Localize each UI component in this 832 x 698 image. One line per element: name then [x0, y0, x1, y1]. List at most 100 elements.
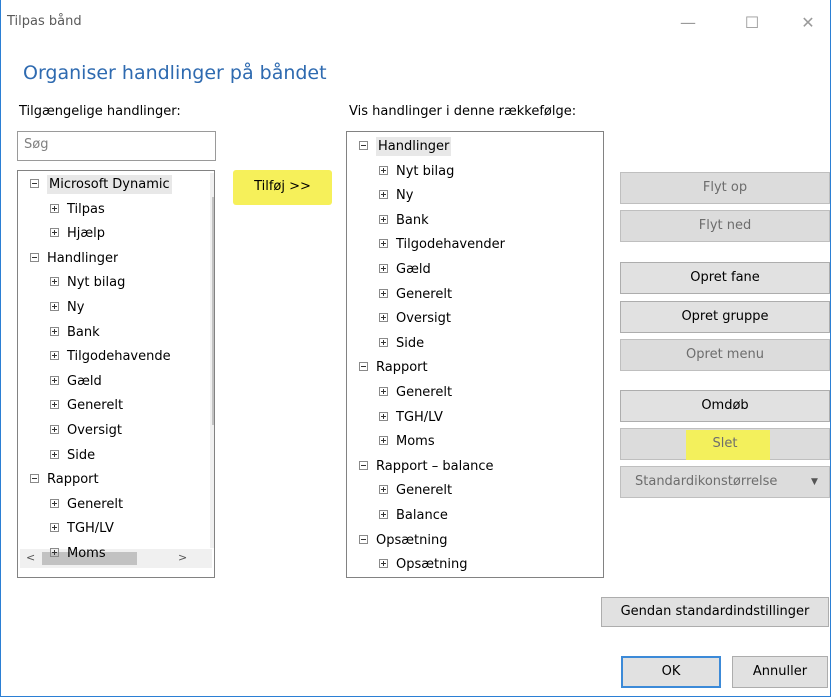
tree-item[interactable]: Generelt — [50, 493, 123, 517]
add-button[interactable]: Tilføj >> — [242, 176, 323, 200]
tree-item[interactable]: Oversigt — [379, 307, 451, 331]
scroll-thumb[interactable] — [212, 197, 214, 425]
expand-icon[interactable] — [50, 302, 59, 311]
expand-icon[interactable] — [50, 326, 59, 336]
tree-item[interactable]: Bank — [379, 209, 429, 233]
expand-icon[interactable] — [379, 214, 388, 224]
icon-size-select[interactable]: Standardikonstørrelse ▼ — [620, 466, 830, 498]
expand-icon[interactable] — [379, 239, 388, 249]
expand-icon[interactable] — [50, 523, 59, 533]
expand-icon[interactable] — [379, 190, 388, 200]
create-group-button[interactable]: Opret gruppe — [620, 301, 830, 333]
tree-item[interactable]: Tilpas — [50, 198, 105, 222]
cancel-button[interactable]: Annuller — [732, 656, 828, 688]
dialog-window: Tilpas bånd — ☐ ✕ Organiser handlinger p… — [0, 0, 831, 697]
collapse-icon[interactable] — [359, 534, 368, 544]
expand-icon[interactable] — [50, 375, 59, 385]
ok-button[interactable]: OK — [621, 656, 721, 688]
collapse-icon[interactable] — [359, 362, 368, 372]
tree-item[interactable]: Generelt — [379, 381, 452, 405]
expand-icon[interactable] — [379, 165, 388, 175]
expand-icon[interactable] — [50, 498, 59, 508]
tree-item[interactable]: Ny — [379, 184, 413, 208]
create-tab-button[interactable]: Opret fane — [620, 262, 830, 294]
tree-item-label: Nyt bilag — [396, 163, 455, 179]
tree-item-label: Moms — [67, 546, 106, 561]
tree-item[interactable]: Opsætning — [359, 529, 447, 553]
tree-item[interactable]: Hjælp — [50, 222, 105, 246]
expand-icon[interactable] — [50, 425, 59, 434]
tree-item[interactable]: Oversigt — [50, 419, 122, 443]
tree-item[interactable]: Nyt bilag — [50, 271, 125, 295]
minimize-icon[interactable]: — — [665, 10, 711, 36]
move-down-button[interactable]: Flyt ned — [620, 210, 830, 242]
expand-icon[interactable] — [379, 411, 388, 421]
expand-icon[interactable] — [379, 485, 388, 495]
tree-item[interactable]: Side — [379, 332, 424, 356]
scroll-up-icon[interactable]: ^ — [214, 177, 215, 190]
tree-item[interactable]: Tilgodehavende — [50, 345, 171, 369]
tree-item[interactable]: Gæld — [379, 258, 431, 282]
expand-icon[interactable] — [379, 387, 388, 396]
create-menu-button[interactable]: Opret menu — [620, 339, 830, 371]
expand-icon[interactable] — [379, 510, 388, 519]
expand-icon[interactable] — [50, 548, 59, 557]
tree-item[interactable]: Generelt — [50, 394, 123, 418]
expand-icon[interactable] — [379, 313, 388, 323]
collapse-icon[interactable] — [30, 252, 39, 262]
tree-item[interactable]: Gæld — [50, 370, 102, 394]
move-up-button[interactable]: Flyt op — [620, 172, 830, 204]
collapse-icon[interactable] — [359, 141, 368, 150]
available-actions-list[interactable]: ^ v < > Microsoft Dynamic Tilpas Hjælp Hand… — [17, 170, 215, 578]
collapse-icon[interactable] — [30, 474, 39, 484]
scroll-left-icon[interactable]: < — [26, 551, 35, 564]
collapse-icon[interactable] — [359, 460, 368, 470]
maximize-icon[interactable]: ☐ — [729, 10, 775, 36]
tree-item[interactable]: TGH/LV — [50, 517, 114, 541]
tree-item[interactable]: Generelt — [379, 479, 452, 503]
expand-icon[interactable] — [50, 449, 59, 459]
expand-icon[interactable] — [50, 400, 59, 410]
tree-item[interactable]: Microsoft Dynamic — [30, 173, 172, 197]
tree-item[interactable]: Tilgodehavender — [379, 233, 505, 257]
tree-item[interactable]: TGH/LV — [379, 406, 443, 430]
expand-icon[interactable] — [379, 559, 388, 569]
tree-item[interactable]: Bank — [50, 321, 100, 345]
collapse-icon[interactable] — [30, 179, 39, 188]
expand-icon[interactable] — [50, 228, 59, 238]
tree-item[interactable]: Rapport — [359, 356, 428, 380]
window-title: Tilpas bånd — [7, 14, 82, 29]
tree-item[interactable]: Handlinger — [30, 247, 118, 271]
tree-item[interactable]: Rapport – balance — [359, 455, 494, 479]
horizontal-scrollbar[interactable]: < > — [20, 549, 212, 568]
scroll-right-icon[interactable]: > — [178, 551, 187, 564]
tree-item[interactable]: Moms — [379, 430, 435, 454]
expand-icon[interactable] — [50, 351, 59, 361]
expand-icon[interactable] — [379, 264, 388, 273]
tree-item-label: Generelt — [67, 496, 124, 512]
expand-icon[interactable] — [379, 436, 388, 446]
expand-icon[interactable] — [379, 337, 388, 347]
display-order-list[interactable]: Handlinger Nyt bilag Ny Bank Tilgodehavender… — [346, 131, 604, 578]
vertical-scrollbar[interactable]: ^ v — [210, 173, 215, 548]
tree-item[interactable]: Handlinger — [359, 135, 452, 159]
delete-button[interactable]: Slet — [620, 428, 830, 460]
close-icon[interactable]: ✕ — [785, 10, 831, 36]
tree-item[interactable]: Generelt — [379, 283, 452, 307]
rename-button[interactable]: Omdøb — [620, 390, 830, 422]
search-input[interactable]: Søg — [17, 131, 216, 161]
expand-icon[interactable] — [50, 203, 59, 213]
tree-item-label: Oversigt — [396, 311, 452, 327]
restore-defaults-button[interactable]: Gendan standardindstillinger — [601, 597, 829, 627]
tree-item[interactable]: Balance — [379, 504, 448, 528]
tree-item[interactable]: Rapport — [30, 468, 99, 492]
tree-item[interactable]: Side — [50, 444, 95, 468]
expand-icon[interactable] — [379, 288, 388, 298]
tree-item[interactable]: Moms — [50, 542, 106, 566]
display-order-label: Vis handlinger i denne rækkefølge: — [349, 104, 577, 119]
tree-item[interactable]: Nyt bilag — [379, 160, 454, 184]
tree-item-label: Generelt — [396, 385, 453, 400]
tree-item[interactable]: Opsætning — [379, 553, 467, 577]
expand-icon[interactable] — [50, 277, 59, 287]
tree-item[interactable]: Ny — [50, 296, 84, 320]
